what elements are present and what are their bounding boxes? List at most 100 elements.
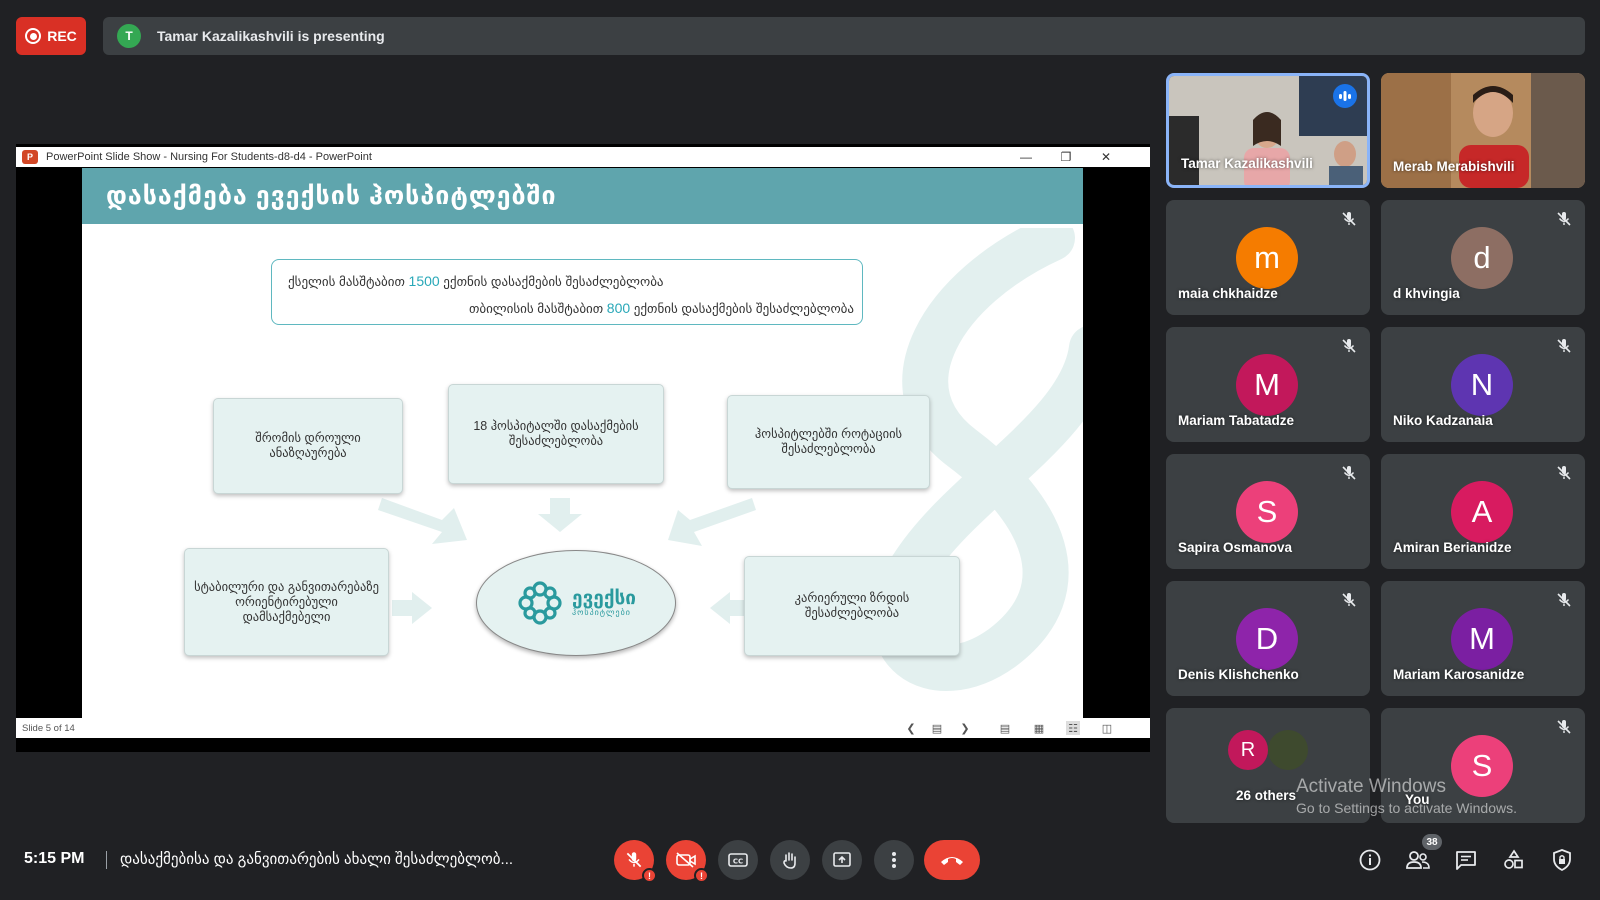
participant-tile-merab[interactable]: Merab Merabishvili xyxy=(1381,73,1585,188)
participant-name: Denis Klishchenko xyxy=(1178,667,1299,682)
avatar: M xyxy=(1451,608,1513,670)
node-timely-pay: შრომის დროული ანაზღაურება xyxy=(213,398,403,494)
participant-tile[interactable]: M Mariam Karosanidze xyxy=(1381,581,1585,696)
captions-button[interactable]: CC xyxy=(718,840,758,880)
avatar: D xyxy=(1236,608,1298,670)
prev-slide-icon[interactable]: ❮ xyxy=(904,721,918,735)
people-icon xyxy=(1406,851,1430,869)
svg-text:CC: CC xyxy=(733,858,743,866)
presenting-text: Tamar Kazalikashvili is presenting xyxy=(157,28,385,44)
participant-name: Amiran Berianidze xyxy=(1393,540,1512,555)
participant-name: Sapira Osmanova xyxy=(1178,540,1293,555)
present-now-button[interactable] xyxy=(822,840,862,880)
next-slide-icon[interactable]: ❯ xyxy=(958,721,972,735)
node-18-hospitals: 18 ჰოსპიტალში დასაქმების შესაძლებლობა xyxy=(448,384,664,484)
host-controls-button[interactable] xyxy=(1548,846,1576,874)
avatar: A xyxy=(1451,481,1513,543)
participant-name: Mariam Karosanidze xyxy=(1393,667,1525,682)
activities-icon xyxy=(1504,849,1523,869)
participant-tile[interactable]: N Niko Kadzanaia xyxy=(1381,327,1585,442)
present-icon xyxy=(833,852,851,867)
mic-off-icon xyxy=(1557,466,1571,480)
recording-indicator[interactable]: REC xyxy=(16,17,86,55)
participant-tile[interactable]: S Sapira Osmanova xyxy=(1166,454,1370,569)
presenting-banner: T Tamar Kazalikashvili is presenting xyxy=(103,17,1585,55)
participant-name: 26 others xyxy=(1236,788,1297,803)
mic-off-icon xyxy=(1342,466,1356,480)
shared-screen: P PowerPoint Slide Show - Nursing For St… xyxy=(16,144,1150,752)
slide-counter: Slide 5 of 14 xyxy=(22,722,75,734)
participant-name: maia chkhaidze xyxy=(1178,286,1278,301)
participant-name: d khvingia xyxy=(1393,286,1460,301)
slide-menu-icon[interactable]: ▤ xyxy=(930,721,944,735)
host-controls-icon xyxy=(1553,849,1571,872)
avatar: R xyxy=(1228,730,1268,770)
ppt-window-title: PowerPoint Slide Show - Nursing For Stud… xyxy=(46,151,372,163)
watermark-title: Activate Windows xyxy=(1296,776,1446,797)
mic-off-icon xyxy=(1342,593,1356,607)
participant-name: Tamar Kazalikashvili xyxy=(1181,156,1313,171)
participant-tile[interactable]: m maia chkhaidze xyxy=(1166,200,1370,315)
raise-hand-icon xyxy=(783,852,796,869)
mic-off-icon xyxy=(626,852,642,868)
evex-logo-name: ევექსი xyxy=(572,588,636,609)
participant-tile[interactable]: M Mariam Tabatadze xyxy=(1166,327,1370,442)
chat-button[interactable] xyxy=(1452,846,1480,874)
mic-off-icon xyxy=(1557,339,1571,353)
close-icon[interactable]: ✕ xyxy=(1086,147,1126,167)
minimize-icon[interactable]: — xyxy=(1006,147,1046,167)
node-career-growth: კარიერული ზრდის შესაძლებლობა xyxy=(744,556,960,656)
mic-off-icon xyxy=(1557,720,1571,734)
participant-tile-tamar[interactable]: Tamar Kazalikashvili xyxy=(1166,73,1370,188)
slide-sorter-icon[interactable]: ▦ xyxy=(1032,721,1046,735)
camera-toggle-button[interactable]: ! xyxy=(666,840,709,883)
ppt-titlebar: P PowerPoint Slide Show - Nursing For St… xyxy=(16,147,1150,167)
more-options-button[interactable] xyxy=(874,840,914,880)
participant-name: Niko Kadzanaia xyxy=(1393,413,1493,428)
watermark-subtitle: Go to Settings to activate Windows. xyxy=(1296,800,1517,816)
raise-hand-button[interactable] xyxy=(770,840,810,880)
mic-off-icon xyxy=(1557,212,1571,226)
divider xyxy=(106,851,107,869)
captions-icon: CC xyxy=(728,853,748,867)
slide: დასაქმება ევექსის ჰოსპიტლებში ქსელის მას… xyxy=(82,168,1083,731)
leave-call-button[interactable] xyxy=(924,840,980,880)
meeting-title[interactable]: დასაქმებისა და განვითარების ახალი შესაძლ… xyxy=(120,850,513,868)
activities-button[interactable] xyxy=(1500,846,1528,874)
presenter-avatar: T xyxy=(117,24,141,48)
evex-logo-icon xyxy=(518,581,562,625)
normal-view-icon[interactable]: ▤ xyxy=(998,721,1012,735)
evex-logo-center: ევექსი ჰოსპიტლები xyxy=(476,550,676,656)
avatar-photo xyxy=(1268,730,1308,770)
participant-tile[interactable]: d d khvingia xyxy=(1381,200,1585,315)
mic-off-icon xyxy=(1342,212,1356,226)
mic-toggle-button[interactable]: ! xyxy=(614,840,657,883)
avatar: S xyxy=(1236,481,1298,543)
mic-off-icon xyxy=(1557,593,1571,607)
meeting-details-button[interactable] xyxy=(1356,846,1384,874)
meeting-clock: 5:15 PM xyxy=(24,850,85,867)
participant-tile[interactable]: D Denis Klishchenko xyxy=(1166,581,1370,696)
slideshow-view-icon[interactable]: ◫ xyxy=(1100,721,1114,735)
participant-name: Mariam Tabatadze xyxy=(1178,413,1295,428)
mic-off-icon xyxy=(1342,339,1356,353)
people-count-badge: 38 xyxy=(1422,834,1442,850)
info-icon xyxy=(1359,849,1381,871)
warning-icon: ! xyxy=(694,868,709,883)
warning-icon: ! xyxy=(642,868,657,883)
participant-tile[interactable]: A Amiran Berianidze xyxy=(1381,454,1585,569)
record-icon xyxy=(25,28,42,44)
more-options-icon xyxy=(892,852,896,868)
activate-windows-watermark: Activate Windows Go to Settings to activ… xyxy=(1296,776,1517,816)
people-button[interactable]: 38 xyxy=(1404,834,1442,874)
restore-icon[interactable]: ❐ xyxy=(1046,147,1086,167)
speaking-icon xyxy=(1333,84,1357,108)
avatar: N xyxy=(1451,354,1513,416)
camera-off-icon xyxy=(676,852,696,868)
node-stable-employer: სტაბილური და განვითარებაზე ორიენტირებული… xyxy=(184,548,389,656)
participant-name: Merab Merabishvili xyxy=(1393,159,1515,174)
node-rotation: ჰოსპიტლებში როტაციის შესაძლებლობა xyxy=(727,395,930,489)
recording-label: REC xyxy=(47,28,77,44)
avatar: M xyxy=(1236,354,1298,416)
reading-view-icon[interactable]: ☷ xyxy=(1066,721,1080,735)
